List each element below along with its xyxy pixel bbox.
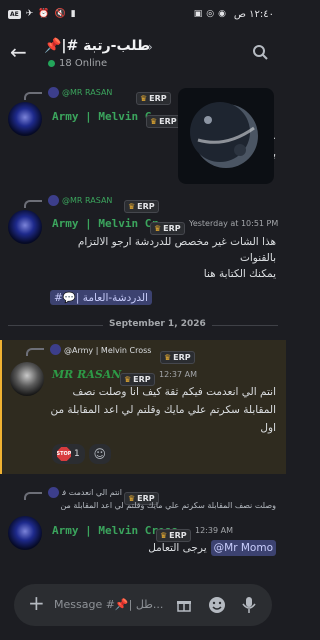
reply-avatar xyxy=(48,87,59,98)
tag-label: ERP xyxy=(169,531,187,540)
reaction-stop[interactable]: STOP 1 xyxy=(52,444,85,464)
status-icons-left: AE ✈ ⏰ 🔇 ▮ xyxy=(8,9,76,19)
reply-text: @MR RASAN xyxy=(62,196,113,205)
back-arrow-icon[interactable]: ← xyxy=(10,42,27,62)
planet-image xyxy=(178,88,274,184)
channel-title[interactable]: طلب-رتبة #|📌 xyxy=(44,38,150,54)
message-text-line-3: يمكنك الكتابة هنا xyxy=(203,268,276,280)
reply-avatar xyxy=(50,344,61,355)
erp-badge-icon: ♛ xyxy=(154,224,162,233)
attachment-image[interactable] xyxy=(178,88,274,184)
tag-label: ERP xyxy=(163,224,181,233)
author-name[interactable]: MR RASAN xyxy=(52,368,121,381)
gift-icon[interactable] xyxy=(176,597,192,613)
plus-icon[interactable]: + xyxy=(28,593,45,613)
reply-text: @MR RASAN xyxy=(62,88,113,97)
instagram-icon: ◎ xyxy=(206,9,215,19)
date-label: September 1, 2026 xyxy=(103,319,212,329)
message-text-line-2: المقابلة سكرتم علي مايك وقلتم لي اعد الم… xyxy=(50,404,276,416)
chevron-right-icon[interactable]: › xyxy=(148,40,153,54)
status-bar: AE ✈ ⏰ 🔇 ▮ ▣ ◎ ◉ ١٢:٤٠ ص xyxy=(0,0,286,30)
mute-icon: 🔇 xyxy=(54,9,66,19)
avatar[interactable] xyxy=(8,102,42,136)
erp-badge-icon: ♛ xyxy=(140,94,148,103)
message-text-line-1: انتم الي انعدمت فيكم ثقة كيف انا وصلت نص… xyxy=(72,386,277,398)
timestamp: 12:37 AM xyxy=(159,370,197,379)
emoji-icon[interactable] xyxy=(208,596,226,614)
tag-label: ERP xyxy=(173,353,191,362)
message-input-bar: + Message #📌| طل... xyxy=(14,584,272,626)
reply-text: انتم الي انعدمت فيكم ثقة كيف xyxy=(62,488,122,497)
add-reaction-icon[interactable]: ☺ xyxy=(88,444,111,464)
gallery-icon: ▣ xyxy=(193,9,203,19)
search-icon[interactable] xyxy=(252,44,268,60)
message-text-line-1: هذا الشات غير مخصص للدردشة ارجو الالتزام xyxy=(77,236,276,248)
reply-text-line-2: وصلت نصف المقابلة سكرتم علي مايك وقلتم ل… xyxy=(60,501,276,510)
message-text-line-2: بالقنوات xyxy=(239,252,276,264)
erp-badge: ♛ ERP xyxy=(124,200,159,213)
message-text-line-3: اول xyxy=(260,422,276,434)
reply-line xyxy=(24,92,42,100)
timestamp: 12:39 AM xyxy=(195,526,233,535)
battery-icon: ▮ xyxy=(70,9,76,19)
avatar[interactable] xyxy=(8,210,42,244)
avatar[interactable] xyxy=(8,516,42,550)
erp-badge: ♛ ERP xyxy=(146,115,181,128)
reply-line xyxy=(24,200,42,208)
erp-badge-icon: ♛ xyxy=(128,202,136,211)
erp-badge-icon: ♛ xyxy=(164,353,172,362)
message-text-line-1: يرجى التعامل @Mr Momo xyxy=(148,540,276,556)
tag-label: ERP xyxy=(133,375,151,384)
microphone-icon[interactable] xyxy=(242,596,256,614)
discord-icon: ◉ xyxy=(218,9,226,19)
date-divider: September 1, 2026 xyxy=(8,318,278,332)
reaction-count: 1 xyxy=(74,449,80,459)
avatar[interactable] xyxy=(10,362,44,396)
erp-badge-icon: ♛ xyxy=(124,375,132,384)
channel-link[interactable]: الدردشة-العامة |💬# xyxy=(50,290,152,305)
stop-sign-icon: STOP xyxy=(57,447,71,461)
alarm-icon: ⏰ xyxy=(38,9,50,19)
status-time: ١٢:٤٠ ص xyxy=(233,9,274,20)
online-dot xyxy=(48,60,55,67)
reply-avatar xyxy=(48,195,59,206)
message-3[interactable]: @Army | Melvin Cross ♛ ERP MR RASAN ♛ ERP … xyxy=(0,340,286,474)
channel-header: ← طلب-رتبة #|📌 › 18 Online xyxy=(0,30,286,76)
message-4[interactable]: انتم الي انعدمت فيكم ثقة كيف ♛ERP وصلت ن… xyxy=(0,484,286,574)
erp-badge: ♛ ERP xyxy=(136,92,171,105)
timestamp: Yesterday at 10:51 PM xyxy=(189,219,279,228)
erp-badge-icon: ♛ xyxy=(150,117,158,126)
airplane-icon: ✈ xyxy=(25,9,34,19)
status-icons-right: ▣ ◎ ◉ xyxy=(194,9,226,19)
erp-badge: ♛ ERP xyxy=(160,351,195,364)
reply-text: @Army | Melvin Cross xyxy=(64,346,152,355)
reply-line xyxy=(24,492,42,500)
online-label: 18 Online xyxy=(59,58,108,69)
erp-badge-icon: ♛ xyxy=(160,531,168,540)
tag-label: ERP xyxy=(159,117,177,126)
online-count: 18 Online xyxy=(48,58,107,69)
app-badge: AE xyxy=(8,9,21,19)
reply-line xyxy=(26,348,44,356)
message-input[interactable]: Message #📌| طل... xyxy=(54,598,163,611)
user-mention[interactable]: @Mr Momo xyxy=(210,540,276,556)
message-2[interactable]: @MR RASAN ♛ ERP Army | Melvin Cr... ♛ ERP … xyxy=(0,192,286,312)
reply-avatar xyxy=(48,487,59,498)
message-text: يرجى التعامل xyxy=(148,542,207,554)
